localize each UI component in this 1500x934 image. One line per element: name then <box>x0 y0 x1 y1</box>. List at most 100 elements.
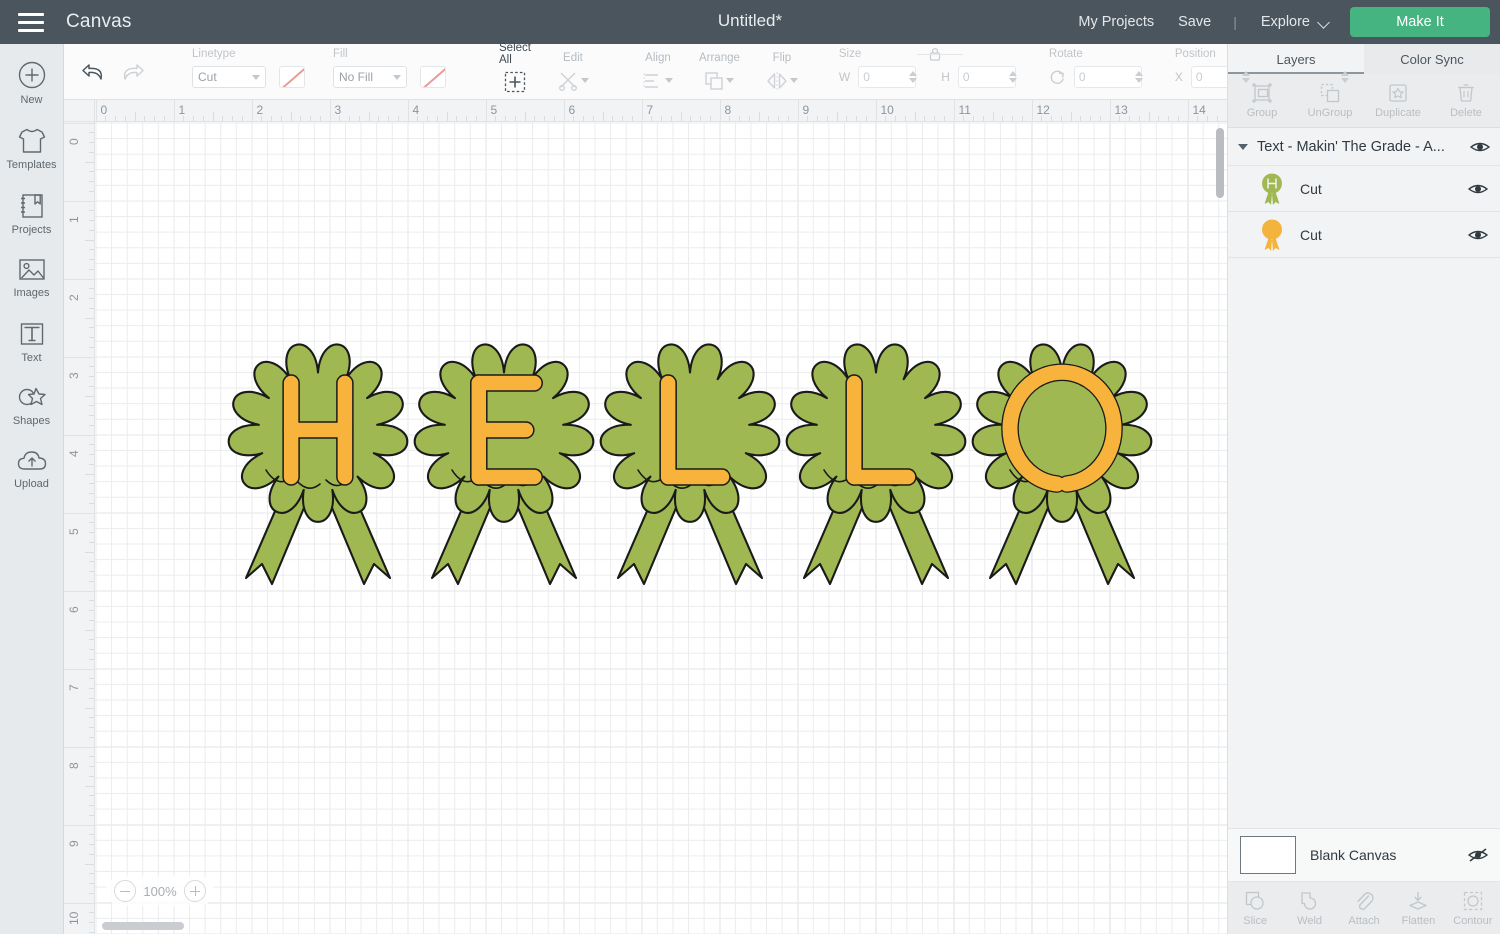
size-w-stepper[interactable] <box>909 71 918 83</box>
ruler-label: 3 <box>334 103 342 117</box>
size-h-input[interactable]: 0 <box>957 66 1016 88</box>
arrange-button[interactable]: Arrange <box>686 44 753 100</box>
contour-button[interactable]: Contour <box>1446 890 1500 927</box>
eye-icon[interactable] <box>1468 182 1488 196</box>
undo-icon[interactable] <box>80 61 106 83</box>
ruler-tick-minor <box>89 259 94 260</box>
ruler-tick-minor <box>89 181 94 182</box>
fill-label: Fill <box>333 48 348 60</box>
ruler-tick-minor <box>310 116 311 121</box>
ruler-tick-major <box>329 100 331 121</box>
layer-row-green-cut[interactable]: Cut <box>1228 166 1500 212</box>
rotate-stepper[interactable] <box>1134 71 1143 83</box>
blank-canvas-row[interactable]: Blank Canvas <box>1228 828 1500 882</box>
duplicate-button[interactable]: Duplicate <box>1364 74 1432 127</box>
canvas-horizontal-scrollbar[interactable] <box>102 922 1227 930</box>
sidebar-item-new[interactable]: New <box>0 60 64 106</box>
machine-selector[interactable]: Explore <box>1247 14 1340 30</box>
select-all-icon <box>504 71 526 92</box>
size-h-key: H <box>941 70 950 84</box>
ruler-tick-minor <box>89 444 94 446</box>
layer-group-header[interactable]: Text - Makin' The Grade - A... <box>1228 128 1500 166</box>
ruler-tick-minor <box>612 116 614 121</box>
linetype-select[interactable]: Cut <box>192 66 266 88</box>
zoom-in-icon[interactable] <box>184 880 206 902</box>
ribbon-orange-icon <box>1262 219 1282 251</box>
ruler-label: 4 <box>67 449 81 457</box>
rotate-input[interactable]: 0 <box>1073 66 1142 88</box>
ruler-tick-major <box>1109 100 1111 121</box>
attach-button[interactable]: Attach <box>1337 890 1391 927</box>
chevron-down-icon <box>1319 17 1330 28</box>
eye-icon[interactable] <box>1470 140 1490 154</box>
sidebar-item-images[interactable]: Images <box>0 257 64 299</box>
canvas-vertical-scrollbar[interactable] <box>1216 128 1224 834</box>
artboard[interactable] <box>95 122 1227 934</box>
rosette-l-3[interactable] <box>785 343 967 586</box>
ruler-label: 9 <box>67 839 81 847</box>
position-y-stepper[interactable] <box>1340 71 1349 83</box>
hamburger-icon[interactable] <box>18 12 44 32</box>
app-name: Canvas <box>66 11 132 32</box>
canvas-area[interactable]: 0 1 2 3 4 5 6 7 8 9 10 11 12 13 14 0 1 2 3 4 5 6 7 8 9 10 100% <box>64 100 1227 934</box>
size-h-stepper[interactable] <box>1008 71 1017 83</box>
sidebar-label-text: Text <box>21 352 42 364</box>
group-button[interactable]: Group <box>1228 74 1296 127</box>
ruler-tick-minor <box>89 249 94 251</box>
position-x-stepper[interactable] <box>1241 71 1250 83</box>
make-it-button[interactable]: Make It <box>1350 7 1490 37</box>
slice-button[interactable]: Slice <box>1228 890 1282 927</box>
ruler-tick-minor <box>232 116 233 121</box>
sidebar-item-upload[interactable]: Upload <box>0 448 64 490</box>
triangle-down-icon[interactable] <box>1238 143 1248 150</box>
edit-button[interactable]: Edit <box>544 44 602 100</box>
ruler-tick-minor <box>89 600 94 602</box>
rosette-e-1[interactable] <box>413 343 595 586</box>
ruler-tick-minor <box>368 112 370 121</box>
eye-off-icon[interactable] <box>1468 848 1488 862</box>
sidebar-item-shapes[interactable]: Shapes <box>0 385 64 427</box>
ruler-tick-minor <box>349 116 350 121</box>
ruler-tick-minor <box>89 688 94 689</box>
align-button[interactable]: Align <box>630 44 686 100</box>
ruler-tick-minor <box>1119 116 1121 121</box>
my-projects-link[interactable]: My Projects <box>1066 14 1166 30</box>
sidebar-item-templates[interactable]: Templates <box>0 127 64 171</box>
ruler-tick-minor <box>89 649 94 650</box>
weld-button[interactable]: Weld <box>1282 890 1336 927</box>
tab-color-sync[interactable]: Color Sync <box>1364 44 1500 74</box>
tab-layers[interactable]: Layers <box>1228 44 1364 74</box>
sidebar-item-projects[interactable]: Projects <box>0 192 64 236</box>
sidebar-item-text[interactable]: Text <box>0 320 64 364</box>
ungroup-button[interactable]: UnGroup <box>1296 74 1364 127</box>
arrange-label: Arrange <box>698 51 740 64</box>
ruler-tick-minor <box>261 116 263 121</box>
rosette-l-2[interactable] <box>599 343 781 586</box>
rosette-medallion <box>599 343 781 523</box>
ruler-tick-minor <box>768 116 770 121</box>
redo-icon[interactable] <box>120 61 146 83</box>
fill-select[interactable]: No Fill <box>333 66 407 88</box>
ruler-tick-major <box>64 278 94 280</box>
rosette-o-4[interactable] <box>971 343 1153 586</box>
layer-row-orange-cut[interactable]: Cut <box>1228 212 1500 258</box>
zoom-out-icon[interactable] <box>114 880 136 902</box>
ruler-tick-minor <box>992 112 994 121</box>
fill-color-swatch[interactable] <box>420 66 446 88</box>
flip-button[interactable]: Flip <box>753 44 811 100</box>
chevron-down-icon <box>252 74 260 80</box>
delete-button[interactable]: Delete <box>1432 74 1500 127</box>
ruler-tick-minor <box>378 116 380 121</box>
eye-icon[interactable] <box>1468 228 1488 242</box>
rotate-icon[interactable] <box>1049 69 1066 86</box>
save-button[interactable]: Save <box>1166 14 1223 30</box>
flatten-button[interactable]: Flatten <box>1391 890 1445 927</box>
top-bar: Canvas Untitled* My Projects Save | Expl… <box>0 0 1500 44</box>
ruler-tick-minor <box>89 756 94 758</box>
rosette-h-0[interactable] <box>227 343 409 586</box>
ruler-label: 6 <box>568 103 576 117</box>
linetype-color-swatch[interactable] <box>279 66 305 88</box>
select-all-button[interactable]: Select All <box>486 42 544 100</box>
ruler-label: 2 <box>67 293 81 301</box>
size-w-input[interactable]: 0 <box>858 66 917 88</box>
